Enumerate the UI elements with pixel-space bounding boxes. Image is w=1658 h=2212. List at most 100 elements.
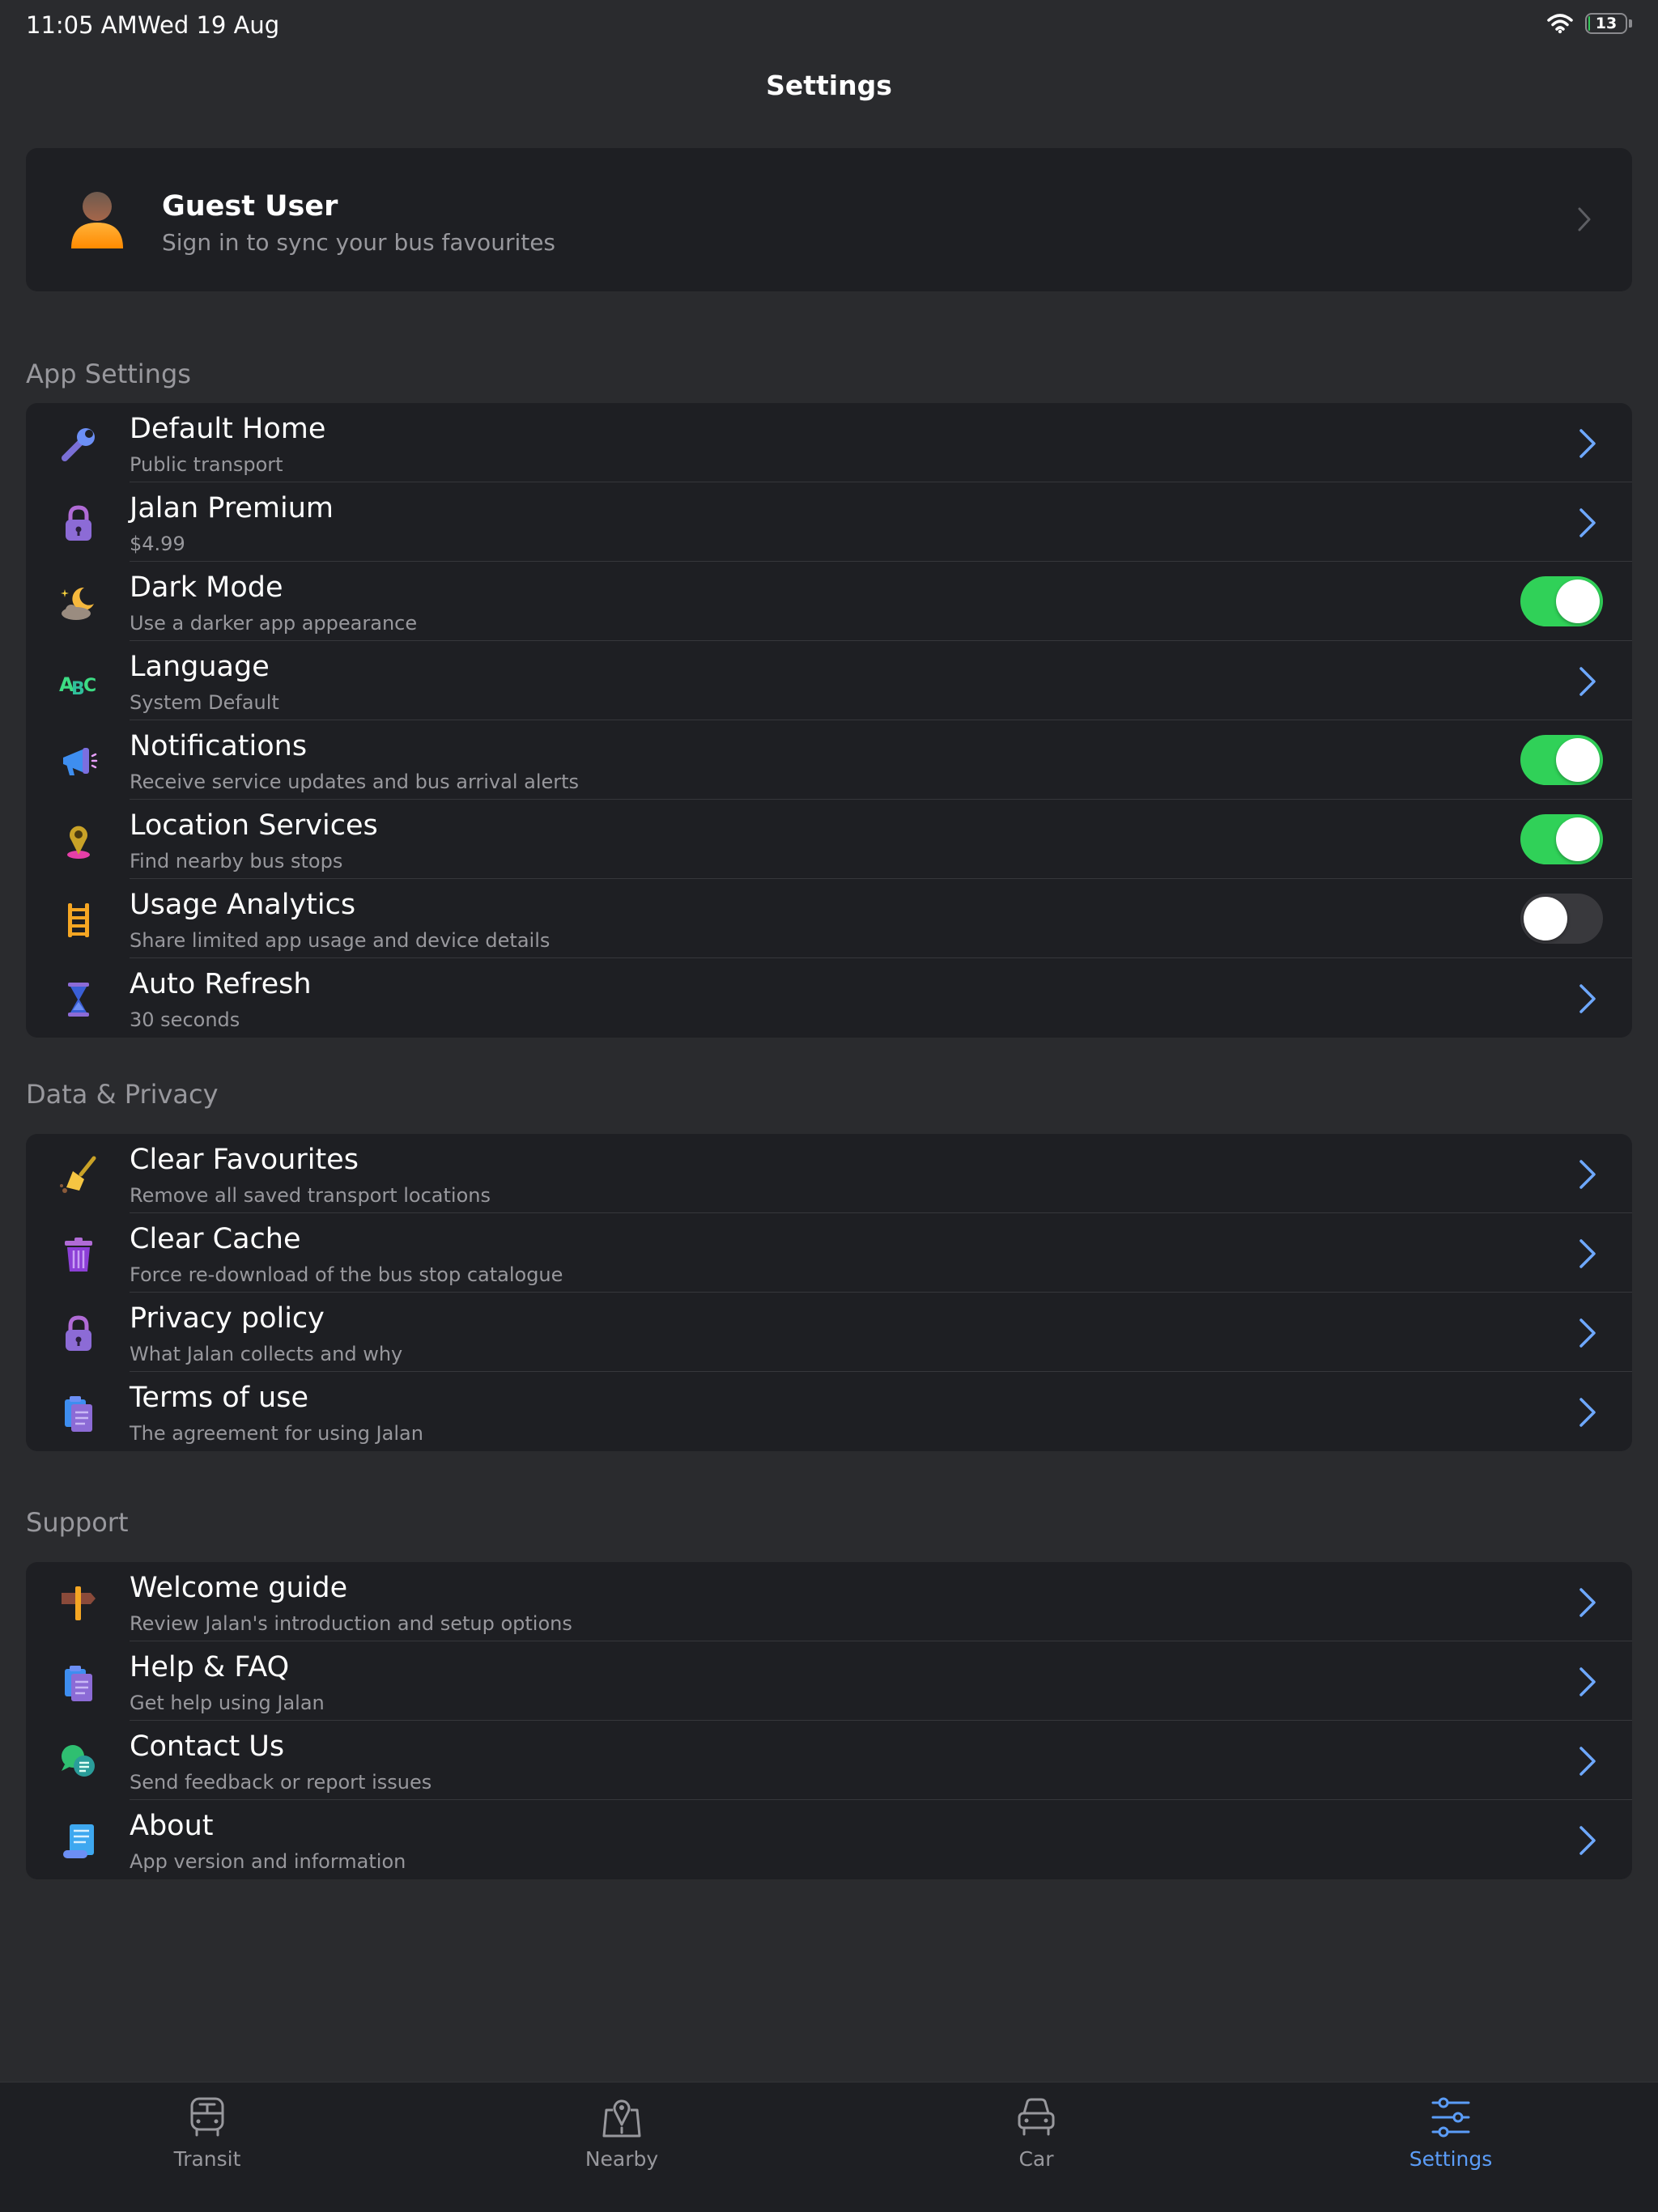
ladder-icon [68,903,89,937]
setting-subtitle: Use a darker app appearance [130,612,418,635]
sliders-icon [1431,2097,1470,2138]
battery-level: 13 [1595,15,1618,32]
app-settings-group: Default Home Public transport Jalan Prem… [26,403,1632,1038]
status-bar: 11:05 AM Wed 19 Aug 13 [0,0,1658,52]
setting-title: Clear Favourites [130,1144,359,1176]
setting-row-jalan-premium[interactable]: Jalan Premium $4.99 [26,482,1632,562]
chevron-right-icon [1579,984,1596,1013]
setting-row-privacy-policy[interactable]: Privacy policy What Jalan collects and w… [26,1293,1632,1372]
pin-icon [67,826,90,859]
setting-subtitle: Share limited app usage and device detai… [130,929,551,952]
status-date: Wed 19 Aug [138,11,280,39]
hourglass-icon [68,983,89,1017]
page-title: Settings [766,70,892,101]
notifications-toggle[interactable] [1520,735,1603,785]
battery-icon: 13 [1585,13,1627,34]
status-indicators: 13 [1546,13,1632,34]
chevron-right-icon [1579,1398,1596,1427]
setting-title: Auto Refresh [130,968,312,1000]
chevron-right-icon [1578,207,1591,231]
support-group: Welcome guide Review Jalan's introductio… [26,1562,1632,1879]
bus-icon [190,2097,224,2137]
tab-nearby[interactable]: Nearby [414,2083,829,2212]
signpost-icon [62,1586,96,1620]
avatar [71,192,123,248]
setting-title: Location Services [130,809,378,842]
setting-title: Terms of use [130,1382,309,1414]
wrench-icon [62,428,95,461]
usage-analytics-toggle[interactable] [1520,894,1603,944]
setting-subtitle: The agreement for using Jalan [130,1422,423,1445]
setting-subtitle: Public transport [130,453,283,476]
setting-row-clear-favourites[interactable]: Clear Favourites Remove all saved transp… [26,1134,1632,1213]
tab-transit[interactable]: Transit [0,2083,414,2212]
chevron-right-icon [1579,429,1596,458]
setting-row-terms-of-use[interactable]: Terms of use The agreement for using Jal… [26,1372,1632,1451]
setting-row-location-services[interactable]: Location Services Find nearby bus stops [26,800,1632,879]
chevron-right-icon [1579,1667,1596,1696]
setting-title: Dark Mode [130,571,283,604]
section-header-app-settings: App Settings [26,359,191,389]
lock-icon [66,505,91,541]
setting-row-notifications[interactable]: Notifications Receive service updates an… [26,720,1632,800]
chevron-right-icon [1579,1160,1596,1189]
clipboard-icon [65,1666,92,1701]
setting-row-clear-cache[interactable]: Clear Cache Force re-download of the bus… [26,1213,1632,1293]
status-time: 11:05 AM [26,11,138,39]
scroll-icon [63,1824,94,1858]
setting-title: About [130,1810,214,1842]
section-header-data-privacy: Data & Privacy [26,1079,219,1110]
setting-title: Privacy policy [130,1302,325,1335]
tab-label: Car [1018,2147,1054,2171]
setting-subtitle: What Jalan collects and why [130,1343,403,1365]
chevron-right-icon [1579,1588,1596,1617]
setting-row-language[interactable]: A B C Language System Default [26,641,1632,720]
tab-car[interactable]: Car [829,2083,1244,2212]
section-header-support: Support [26,1507,129,1538]
chevron-right-icon [1579,1826,1596,1855]
chevron-right-icon [1579,1747,1596,1776]
dark-mode-toggle[interactable] [1520,576,1603,626]
trash-icon [65,1238,92,1272]
setting-subtitle: Get help using Jalan [130,1692,325,1714]
setting-subtitle: Send feedback or report issues [130,1771,432,1794]
setting-title: Contact Us [130,1730,285,1763]
setting-subtitle: Find nearby bus stops [130,850,343,872]
setting-title: Language [130,651,270,683]
setting-row-help-faq[interactable]: Help & FAQ Get help using Jalan [26,1641,1632,1721]
setting-row-auto-refresh[interactable]: Auto Refresh 30 seconds [26,958,1632,1038]
setting-title: Default Home [130,413,326,445]
setting-subtitle: $4.99 [130,533,185,555]
setting-title: Clear Cache [130,1223,301,1255]
moon-cloud-icon [61,587,94,620]
tab-settings[interactable]: Settings [1244,2083,1658,2212]
setting-subtitle: Force re-download of the bus stop catalo… [130,1263,563,1286]
map-pin-icon [602,2099,641,2138]
setting-row-dark-mode[interactable]: Dark Mode Use a darker app appearance [26,562,1632,641]
lock-icon [66,1315,91,1351]
clipboard-icon [65,1396,92,1432]
setting-subtitle: Review Jalan's introduction and setup op… [130,1612,572,1635]
setting-title: Jalan Premium [130,492,334,524]
location-services-toggle[interactable] [1520,814,1603,864]
tab-label: Nearby [585,2147,659,2171]
abc-icon: A B C [59,673,96,699]
speech-bubbles-icon [62,1745,95,1777]
setting-row-welcome-guide[interactable]: Welcome guide Review Jalan's introductio… [26,1562,1632,1641]
setting-subtitle: 30 seconds [130,1008,240,1031]
setting-row-about[interactable]: About App version and information [26,1800,1632,1879]
setting-row-default-home[interactable]: Default Home Public transport [26,403,1632,482]
setting-title: Help & FAQ [130,1651,290,1683]
setting-title: Usage Analytics [130,889,356,921]
chevron-right-icon [1579,667,1596,696]
chevron-right-icon [1579,1318,1596,1348]
setting-row-contact-us[interactable]: Contact Us Send feedback or report issue… [26,1721,1632,1800]
chevron-right-icon [1579,1239,1596,1268]
profile-card[interactable]: Guest User Sign in to sync your bus favo… [26,148,1632,291]
profile-subtitle: Sign in to sync your bus favourites [162,229,556,256]
profile-name: Guest User [162,190,338,223]
svg-text:C: C [83,676,96,696]
setting-subtitle: Receive service updates and bus arrival … [130,771,580,793]
setting-subtitle: Remove all saved transport locations [130,1184,491,1207]
setting-row-usage-analytics[interactable]: Usage Analytics Share limited app usage … [26,879,1632,958]
